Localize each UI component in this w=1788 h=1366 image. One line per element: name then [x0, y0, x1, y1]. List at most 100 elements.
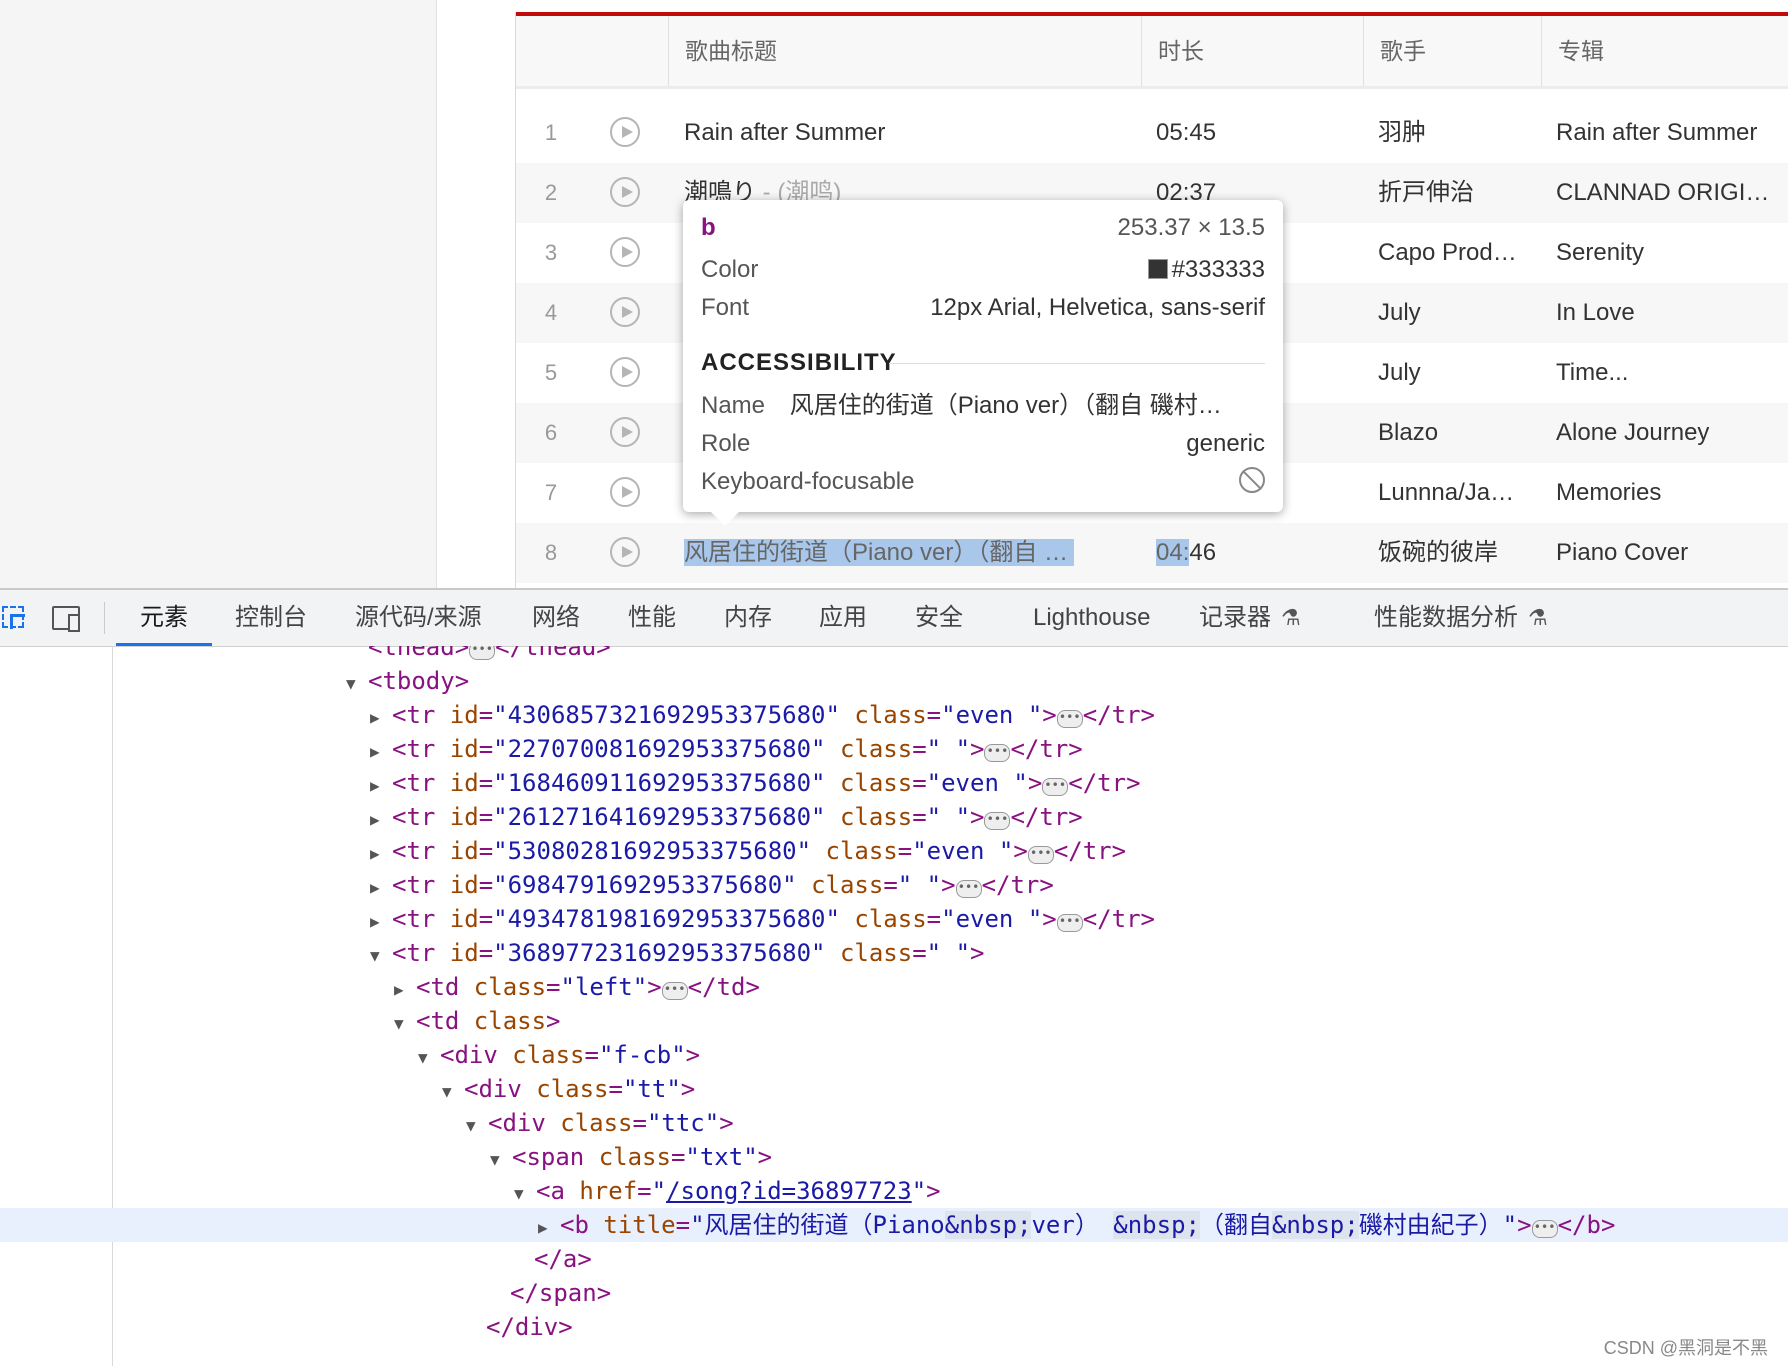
dom-node-b-selected[interactable]: ▶ <b title="风居住的街道（Piano&nbsp;ver） &nbsp;… [0, 1208, 1788, 1242]
expand-triangle-icon[interactable]: ▼ [514, 1177, 536, 1211]
expand-triangle-icon[interactable]: ▼ [346, 667, 368, 701]
collapsed-ellipsis-icon[interactable]: ••• [1056, 710, 1083, 728]
expand-triangle-icon[interactable]: ▼ [394, 1007, 416, 1041]
song-artist[interactable]: 羽肿 [1378, 103, 1426, 163]
device-toolbar-icon[interactable] [52, 606, 80, 632]
song-album[interactable]: Memories [1556, 463, 1661, 523]
dom-node-div-tt[interactable]: ▼ <div class="tt"> [0, 1072, 1788, 1106]
dom-node-tr[interactable]: ▶ <tr id="493478198169295337568​0" class=… [0, 902, 1788, 936]
tooltip-color-value-wrap: #333333 [1147, 252, 1265, 288]
song-title-cell[interactable]: 风居住的街道（Piano ver）（翻自 … [684, 523, 1074, 583]
song-artist[interactable]: 折戸伸治 [1378, 163, 1474, 223]
collapsed-ellipsis-icon[interactable]: ••• [1027, 846, 1054, 864]
collapse-triangle-icon[interactable]: ▶ [538, 1211, 560, 1245]
play-icon[interactable] [610, 177, 640, 207]
collapse-triangle-icon[interactable]: ▶ [370, 905, 392, 939]
inspect-element-icon[interactable] [2, 606, 25, 629]
song-title-highlighted[interactable]: 风居住的街道（Piano ver）（翻自 … [684, 539, 1074, 566]
header-duration[interactable]: 时长 [1141, 16, 1363, 86]
collapsed-ellipsis-icon[interactable]: ••• [1531, 1220, 1558, 1238]
tr-class: even [926, 837, 999, 865]
row-number: 7 [544, 480, 558, 505]
play-icon[interactable] [610, 537, 640, 567]
nbsp-entity: &nbsp; [1113, 1211, 1200, 1239]
expand-triangle-icon[interactable]: ▼ [418, 1041, 440, 1075]
dom-node-a-close[interactable]: </a> [0, 1242, 1788, 1276]
song-artist[interactable]: July [1378, 283, 1421, 343]
song-artist[interactable]: 饭碗的彼岸 [1378, 523, 1498, 583]
collapse-triangle-icon[interactable]: ▶ [370, 803, 392, 837]
song-artist[interactable]: Blazo [1378, 403, 1438, 463]
dom-node-span-txt[interactable]: ▼ <span class="txt"> [0, 1140, 1788, 1174]
collapsed-ellipsis-icon[interactable]: ••• [469, 646, 496, 660]
tooltip-role-label: Role [701, 430, 751, 457]
expand-triangle-icon[interactable]: ▼ [370, 939, 392, 973]
song-album[interactable]: In Love [1556, 283, 1635, 343]
play-icon[interactable] [610, 297, 640, 327]
collapsed-ellipsis-icon[interactable]: ••• [1056, 914, 1083, 932]
dom-node-a[interactable]: ▼ <a href="/song?id=36897723"> [0, 1174, 1788, 1208]
collapse-triangle-icon[interactable]: ▶ [370, 735, 392, 769]
dom-node-tr[interactable]: ▶ <tr id="698479169295337568​0" class=" "… [0, 868, 1788, 902]
song-album[interactable]: Alone Journey [1556, 403, 1709, 463]
song-artist[interactable]: July [1378, 343, 1421, 403]
dom-node-div-close[interactable]: </div> [0, 1310, 1788, 1344]
dom-node-tr[interactable]: ▶ <tr id="430685732169295337568​0" class=… [0, 698, 1788, 732]
collapse-triangle-icon[interactable]: ▶ [370, 871, 392, 905]
dom-node-tbody[interactable]: ▼ <tbody> [0, 664, 1788, 698]
tab-console[interactable]: 控制台 [235, 590, 307, 646]
play-icon[interactable] [610, 477, 640, 507]
tab-application[interactable]: 应用 [819, 590, 867, 646]
song-album[interactable]: CLANNAD ORIGI… [1556, 163, 1776, 223]
href-link[interactable]: /song?id=36897723 [666, 1177, 912, 1205]
dom-node-tr[interactable]: ▶ <tr id="5308028169295337568​0" class="e… [0, 834, 1788, 868]
song-album[interactable]: Time... [1556, 343, 1628, 403]
play-icon[interactable] [610, 237, 640, 267]
tab-performance[interactable]: 性能 [628, 590, 676, 646]
collapse-triangle-icon[interactable]: ▶ [370, 837, 392, 871]
collapsed-ellipsis-icon[interactable]: ••• [661, 982, 688, 1000]
song-album[interactable]: Rain after Summer [1556, 103, 1757, 163]
collapse-triangle-icon[interactable]: ▶ [394, 973, 416, 1007]
expand-triangle-icon[interactable]: ▼ [490, 1143, 512, 1177]
header-artist[interactable]: 歌手 [1363, 16, 1541, 86]
tr-class [941, 803, 955, 831]
tab-elements[interactable]: 元素 [116, 590, 212, 646]
collapsed-ellipsis-icon[interactable]: ••• [984, 744, 1011, 762]
collapsed-ellipsis-icon[interactable]: ••• [955, 880, 982, 898]
song-artist[interactable]: Lunnna/Ja… [1378, 463, 1514, 523]
dom-node-span-close[interactable]: </span> [0, 1276, 1788, 1310]
play-icon[interactable] [610, 417, 640, 447]
dom-node-tr[interactable]: ▶ <tr id="26127164169295337568​0" class="… [0, 800, 1788, 834]
tab-performance-insights[interactable]: 性能数据分析 ⚗ [1374, 590, 1548, 646]
tab-security[interactable]: 安全 [915, 590, 963, 646]
tab-memory[interactable]: 内存 [724, 590, 772, 646]
play-icon[interactable] [610, 117, 640, 147]
dom-node-tr-expanded[interactable]: ▼ <tr id="36897723169295337568​0" class="… [0, 936, 1788, 970]
dom-node-thead[interactable]: <thead> •••</thead> [0, 646, 1788, 664]
collapsed-ellipsis-icon[interactable]: ••• [984, 812, 1011, 830]
dom-node-td[interactable]: ▼ <td class> [0, 1004, 1788, 1038]
tab-lighthouse[interactable]: Lighthouse [1033, 590, 1150, 646]
header-album[interactable]: 专辑 [1541, 16, 1788, 86]
song-album[interactable]: Serenity [1556, 223, 1644, 283]
dom-node-div-fcb[interactable]: ▼ <div class="f-cb"> [0, 1038, 1788, 1072]
expand-triangle-icon[interactable]: ▼ [442, 1075, 464, 1109]
song-title[interactable]: Rain after Summer [684, 103, 885, 163]
expand-triangle-icon[interactable]: ▼ [466, 1109, 488, 1143]
tr-class: even [941, 769, 1014, 797]
header-title[interactable]: 歌曲标题 [668, 16, 1141, 86]
play-icon[interactable] [610, 357, 640, 387]
collapse-triangle-icon[interactable]: ▶ [370, 701, 392, 735]
collapse-triangle-icon[interactable]: ▶ [370, 769, 392, 803]
tab-sources[interactable]: 源代码/来源 [355, 590, 482, 646]
collapsed-ellipsis-icon[interactable]: ••• [1042, 778, 1069, 796]
dom-node-div-ttc[interactable]: ▼ <div class="ttc"> [0, 1106, 1788, 1140]
tab-recorder[interactable]: 记录器 ⚗ [1199, 590, 1301, 646]
dom-node-td-left[interactable]: ▶ <td class="left"> •••</td> [0, 970, 1788, 1004]
tab-network[interactable]: 网络 [532, 590, 580, 646]
song-album[interactable]: Piano Cover [1556, 523, 1688, 583]
dom-node-tr[interactable]: ▶ <tr id="16846091169295337568​0" class="… [0, 766, 1788, 800]
song-artist[interactable]: Capo Prod… [1378, 223, 1517, 283]
dom-node-tr[interactable]: ▶ <tr id="22707008169295337568​0" class="… [0, 732, 1788, 766]
